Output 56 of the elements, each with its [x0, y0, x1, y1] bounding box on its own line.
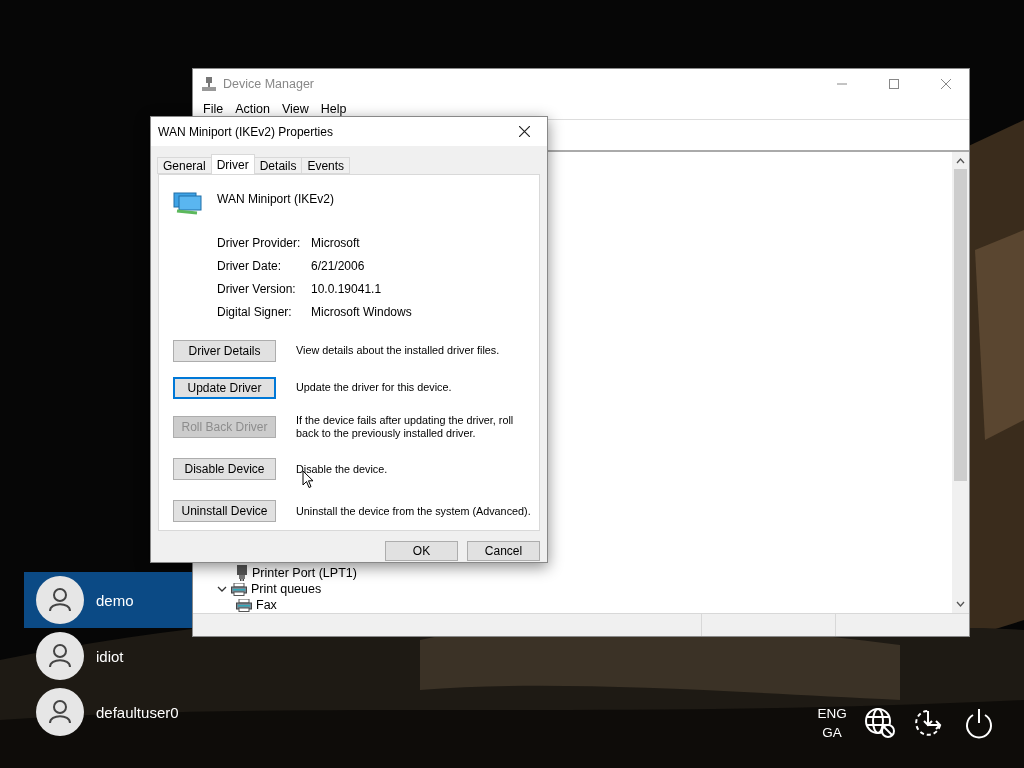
- avatar-icon: [36, 632, 84, 680]
- chevron-down-icon[interactable]: [217, 584, 227, 594]
- info-value: Microsoft: [311, 235, 361, 251]
- power-icon[interactable]: [964, 707, 994, 739]
- menu-item[interactable]: View: [275, 102, 315, 116]
- computer-icon: [201, 76, 217, 92]
- network-adapter-icon: [173, 189, 203, 215]
- tab[interactable]: General: [157, 157, 212, 174]
- printer-icon: [236, 598, 252, 612]
- menu-item[interactable]: File: [197, 102, 230, 116]
- action-button[interactable]: Update Driver: [173, 376, 276, 399]
- port-icon: [236, 565, 248, 581]
- maximize-icon: [889, 79, 899, 89]
- tree-item[interactable]: Fax: [256, 598, 277, 612]
- user-item[interactable]: defaultuser0: [24, 684, 192, 740]
- avatar-icon: [36, 576, 84, 624]
- user-name: defaultuser0: [96, 703, 179, 721]
- tab[interactable]: Details: [253, 157, 303, 174]
- user-item[interactable]: demo: [24, 572, 192, 628]
- user-name: idiot: [96, 647, 124, 665]
- dialog-button[interactable]: Cancel: [467, 541, 540, 561]
- action-description: Update the driver for this device.: [296, 381, 453, 394]
- info-label: Driver Provider:: [217, 235, 302, 251]
- tab[interactable]: Driver: [210, 154, 255, 174]
- network-disconnected-icon[interactable]: [864, 707, 896, 739]
- info-label: Digital Signer:: [217, 304, 293, 320]
- action-button[interactable]: Uninstall Device: [173, 500, 276, 522]
- scrollbar[interactable]: [952, 152, 969, 613]
- action-description: View details about the installed driver files.: [296, 344, 501, 357]
- action-description: Uninstall the device from the system (Advanced).: [296, 504, 532, 518]
- device-name: WAN Miniport (IKEv2): [217, 192, 334, 206]
- action-description: If the device fails after updating the driver, roll back to the previously installed driver.: [296, 414, 515, 440]
- language-indicator[interactable]: ENG: [817, 704, 847, 723]
- window-title: Device Manager: [223, 77, 315, 91]
- avatar-icon: [36, 688, 84, 736]
- printer-icon: [231, 582, 247, 596]
- info-label: Driver Date:: [217, 258, 282, 274]
- action-button[interactable]: Driver Details: [173, 339, 276, 362]
- tab[interactable]: Events: [301, 157, 351, 174]
- menu-item[interactable]: Help: [314, 102, 353, 116]
- close-icon: [518, 126, 530, 137]
- close-icon: [941, 79, 951, 89]
- info-label: Driver Version:: [217, 281, 297, 297]
- menu-item[interactable]: Action: [229, 102, 276, 116]
- dialog-title: WAN Miniport (IKEv2) Properties: [158, 124, 334, 139]
- tree-item[interactable]: Print queues: [251, 582, 322, 596]
- language-indicator[interactable]: GA: [822, 723, 842, 742]
- dialog-button[interactable]: OK: [385, 541, 458, 561]
- info-value: 10.0.19041.1: [311, 281, 383, 297]
- user-item[interactable]: idiot: [24, 628, 192, 684]
- tree-item[interactable]: Printer Port (LPT1): [252, 566, 357, 580]
- info-value: Microsoft Windows: [311, 304, 413, 320]
- info-value: 6/21/2006: [311, 258, 366, 274]
- action-description: Disable the device.: [296, 462, 389, 476]
- action-button[interactable]: Disable Device: [173, 458, 276, 480]
- user-name: demo: [96, 591, 134, 609]
